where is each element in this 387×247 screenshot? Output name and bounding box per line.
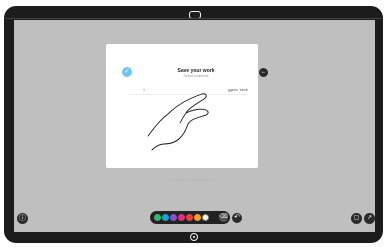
recipient-value[interactable]: ggeno ´ebob bbox=[228, 88, 248, 92]
dialog-subtitle: Select recipients bbox=[183, 74, 209, 78]
undo-icon[interactable]: ↶ bbox=[232, 213, 242, 223]
color-swatch[interactable] bbox=[170, 214, 177, 221]
color-swatch[interactable] bbox=[202, 214, 209, 221]
color-swatch[interactable] bbox=[186, 214, 193, 221]
info-icon[interactable]: ⓘ bbox=[17, 213, 28, 224]
color-swatch[interactable] bbox=[194, 214, 201, 221]
check-icon[interactable]: ✓ bbox=[122, 67, 132, 77]
eraser-icon[interactable]: ⌫ bbox=[219, 213, 228, 222]
color-swatch[interactable] bbox=[162, 214, 169, 221]
hand-gesture-icon bbox=[147, 93, 209, 151]
home-icon[interactable] bbox=[190, 233, 198, 241]
arrow-left-icon[interactable]: ← bbox=[259, 68, 268, 77]
fullscreen-icon[interactable]: ▢ bbox=[351, 213, 362, 224]
color-swatch[interactable] bbox=[210, 214, 217, 221]
color-swatch[interactable] bbox=[154, 214, 161, 221]
footer-note: Contact Cisco at Spark4Cisco@cisco.com bbox=[169, 179, 219, 182]
color-swatch[interactable] bbox=[178, 214, 185, 221]
camera-divider bbox=[6, 18, 381, 19]
share-icon[interactable]: ↗ bbox=[364, 213, 375, 224]
